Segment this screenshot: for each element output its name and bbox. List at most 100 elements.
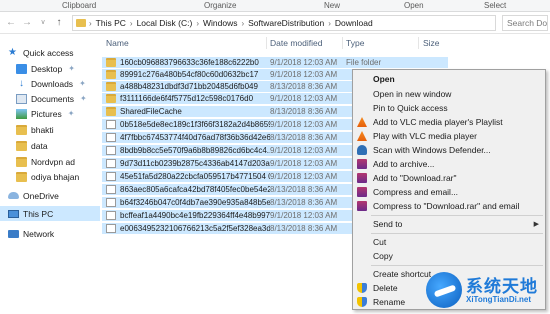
breadcrumb-separator-icon: › — [129, 18, 133, 28]
breadcrumb-windows[interactable]: Windows — [203, 18, 237, 28]
file-icon — [106, 120, 116, 129]
pin-icon: ✦ — [80, 94, 87, 103]
file-icon — [106, 172, 116, 181]
breadcrumb-this-pc[interactable]: This PC — [96, 18, 126, 28]
column-header-name[interactable]: Name — [106, 38, 129, 48]
menu-separator — [371, 265, 543, 266]
pin-icon: ✦ — [67, 109, 75, 118]
menu-item-scan-defender[interactable]: Scan with Windows Defender... — [353, 144, 545, 156]
documents-icon — [16, 93, 27, 104]
address-row: ← → ∨ ↑ › This PC › Local Disk (C:) › Wi… — [0, 12, 550, 34]
menu-item-play-vlc[interactable]: Play with VLC media player — [353, 130, 545, 142]
folder-icon — [76, 19, 86, 27]
file-icon — [106, 211, 116, 220]
menu-item-cut[interactable]: Cut — [353, 236, 545, 248]
menu-separator — [371, 233, 543, 234]
sidebar-item-network[interactable]: Network — [0, 226, 100, 241]
ribbon-group-open: Open — [404, 1, 424, 10]
menu-item-add-download-rar[interactable]: Add to "Download.rar" — [353, 172, 545, 184]
sidebar-item-downloads[interactable]: ↓ Downloads ✦ — [0, 76, 100, 91]
desktop-icon — [16, 63, 27, 74]
column-header-date[interactable]: Date modified — [270, 38, 322, 48]
menu-item-copy[interactable]: Copy — [353, 250, 545, 262]
breadcrumb-local-disk[interactable]: Local Disk (C:) — [137, 18, 193, 28]
file-icon — [106, 133, 116, 142]
column-divider[interactable] — [418, 37, 419, 49]
sidebar-item-pictures[interactable]: Pictures ✦ — [0, 106, 100, 121]
submenu-arrow-icon: ▶ — [533, 221, 539, 228]
menu-item-open[interactable]: Open — [353, 73, 545, 85]
sidebar-item-quick-access[interactable]: ★ Quick access — [0, 45, 100, 60]
menu-item-pin-quick-access[interactable]: Pin to Quick access — [353, 102, 545, 114]
sidebar-item-nordvpn-ad[interactable]: Nordvpn ad — [0, 154, 100, 169]
shield-icon — [357, 283, 367, 293]
column-headers: Name Date modified Type Size — [100, 35, 550, 51]
folder-icon — [16, 156, 27, 167]
file-icon — [106, 185, 116, 194]
folder-icon — [16, 171, 27, 182]
column-header-type[interactable]: Type — [346, 38, 364, 48]
menu-item-send-to[interactable]: Send to ▶ — [353, 218, 545, 230]
sidebar-item-bhakti[interactable]: bhakti — [0, 122, 100, 137]
file-icon — [106, 198, 116, 207]
ribbon-group-new: New — [324, 1, 341, 10]
recent-chevron-icon[interactable]: ∨ — [36, 16, 50, 30]
folder-icon — [106, 107, 116, 116]
network-icon — [8, 229, 19, 238]
menu-item-compress-email[interactable]: Compress and email... — [353, 186, 545, 198]
pin-icon: ✦ — [79, 79, 86, 88]
breadcrumb-separator-icon: › — [89, 18, 92, 28]
address-bar[interactable]: › This PC › Local Disk (C:) › Windows › … — [72, 15, 496, 31]
file-icon — [106, 224, 116, 233]
winrar-icon — [357, 187, 367, 197]
vlc-icon — [357, 117, 367, 127]
search-input[interactable]: Search Do — [502, 15, 548, 31]
column-header-size[interactable]: Size — [423, 38, 440, 48]
watermark-title: 系统天地 — [466, 277, 538, 296]
sidebar-item-onedrive[interactable]: OneDrive — [0, 188, 100, 203]
winrar-icon — [357, 201, 367, 211]
vlc-icon — [357, 131, 367, 141]
sidebar-item-desktop[interactable]: Desktop ✦ — [0, 61, 100, 76]
ribbon-group-organize: Organize — [204, 1, 237, 10]
breadcrumb-separator-icon: › — [328, 18, 331, 28]
sidebar-item-this-pc[interactable]: This PC — [0, 206, 100, 221]
menu-item-open-new-window[interactable]: Open in new window — [353, 88, 545, 100]
winrar-icon — [357, 159, 367, 169]
breadcrumb-download[interactable]: Download — [335, 18, 373, 28]
column-divider[interactable] — [342, 37, 343, 49]
ribbon-group-labels: Clipboard Organize New Open Select — [0, 0, 550, 12]
onedrive-icon — [8, 192, 19, 199]
folder-icon — [106, 82, 116, 91]
up-icon[interactable]: ↑ — [52, 16, 66, 30]
pc-icon — [8, 209, 19, 218]
pin-icon: ✦ — [68, 64, 75, 73]
sidebar-item-documents[interactable]: Documents ✦ — [0, 91, 100, 106]
navigation-pane: ★ Quick access Desktop ✦ ↓ Downloads ✦ D… — [0, 35, 100, 314]
folder-icon — [16, 124, 27, 135]
menu-separator — [371, 215, 543, 216]
file-icon — [106, 159, 116, 168]
star-icon: ★ — [8, 46, 17, 58]
folder-icon — [16, 140, 27, 151]
breadcrumb-separator-icon: › — [196, 18, 199, 28]
breadcrumb-softwaredistribution[interactable]: SoftwareDistribution — [248, 18, 324, 28]
downloads-icon: ↓ — [19, 77, 24, 89]
menu-item-compress-download-email[interactable]: Compress to "Download.rar" and email — [353, 200, 545, 212]
column-divider[interactable] — [266, 37, 267, 49]
menu-item-add-vlc-playlist[interactable]: Add to VLC media player's Playlist — [353, 116, 545, 128]
breadcrumb-separator-icon: › — [241, 18, 245, 28]
shield-icon — [357, 297, 367, 307]
forward-icon[interactable]: → — [20, 16, 34, 30]
file-row[interactable]: 160cb096883796633c36fe188c6222b0 9/1/2018… — [102, 57, 448, 68]
sidebar-item-odiya-bhajan[interactable]: odiya bhajan — [0, 169, 100, 184]
back-icon[interactable]: ← — [4, 16, 18, 30]
folder-icon — [106, 94, 116, 103]
sidebar-item-data[interactable]: data — [0, 138, 100, 153]
file-icon — [106, 146, 116, 155]
menu-item-add-archive[interactable]: Add to archive... — [353, 158, 545, 170]
watermark: 系统天地 XiTongTianDi.net — [426, 270, 550, 314]
winrar-icon — [357, 173, 367, 183]
ribbon-group-clipboard: Clipboard — [62, 1, 97, 10]
watermark-url: XiTongTianDi.net — [466, 295, 532, 304]
